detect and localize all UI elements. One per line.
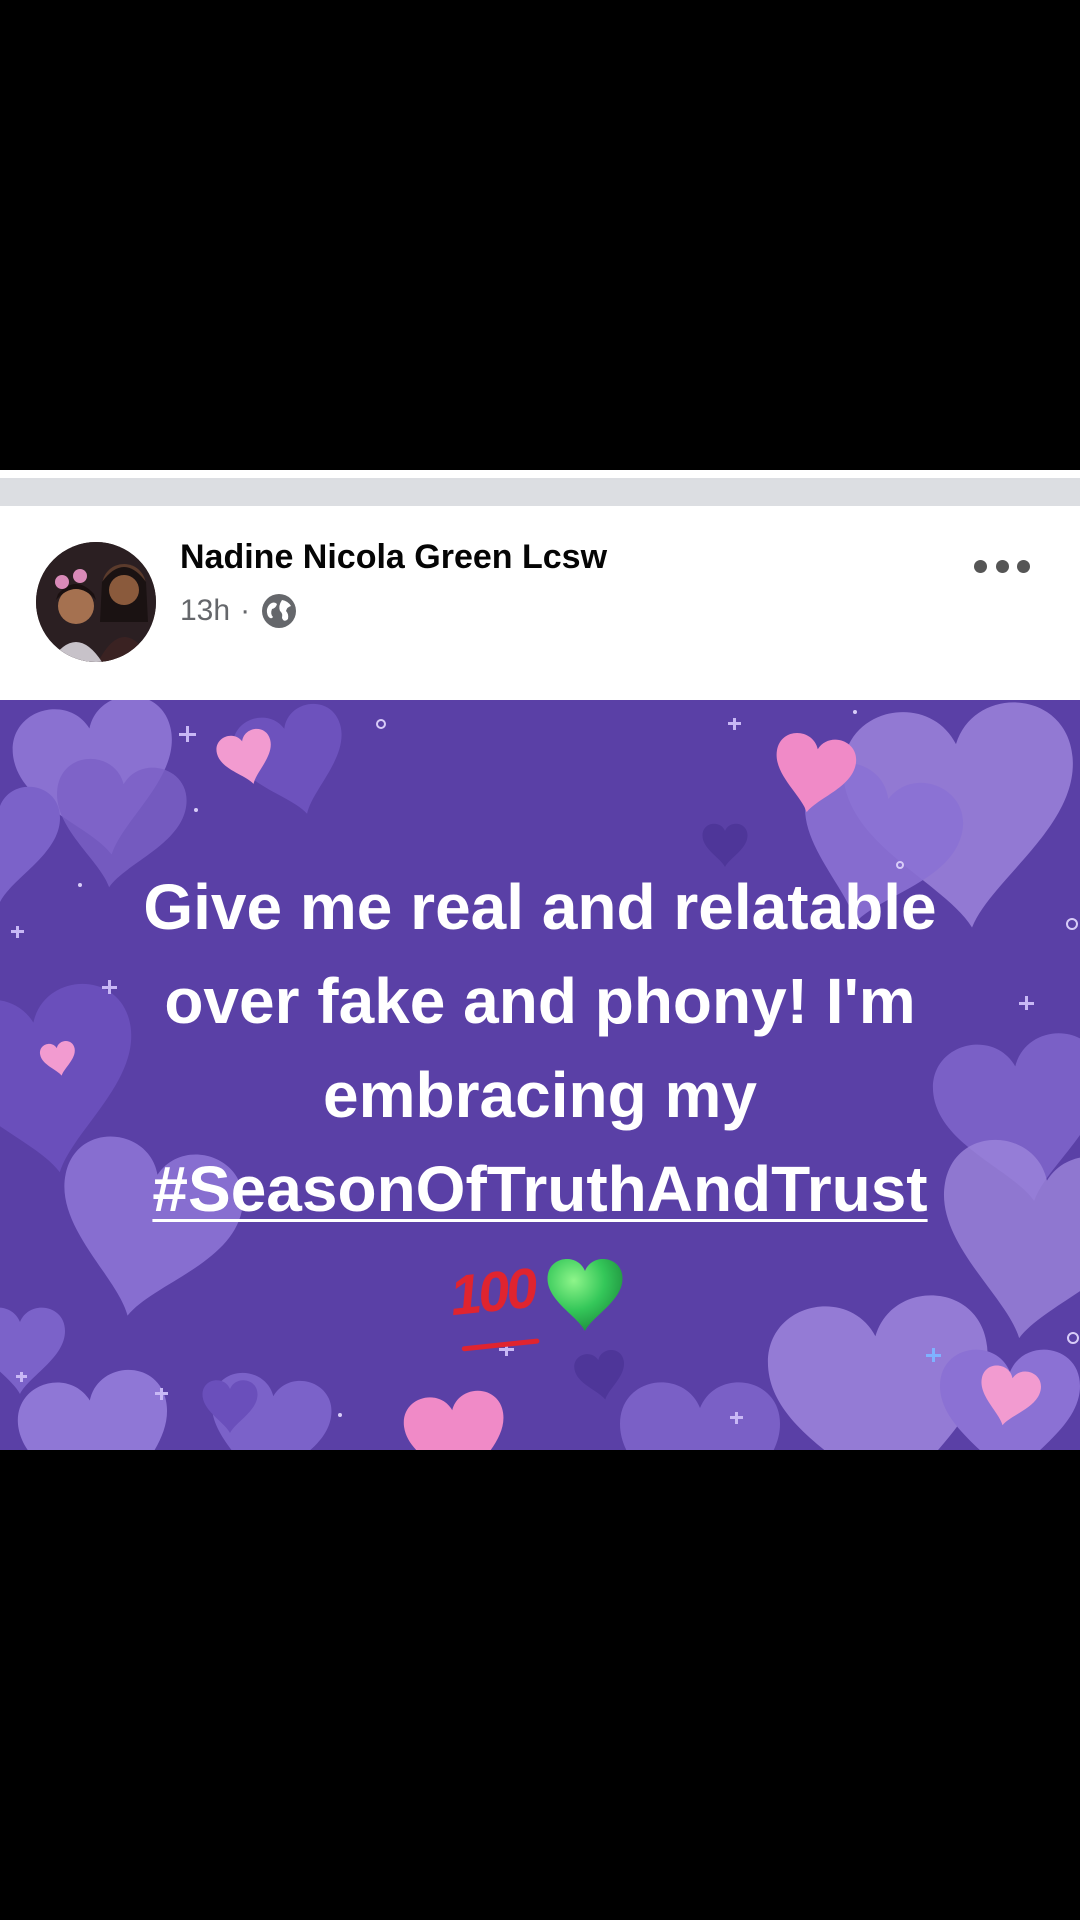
hundred-points-emoji: 100 — [445, 1237, 539, 1345]
post-card: Nadine Nicola Green Lcsw 13h · Give me r… — [0, 470, 1080, 1450]
post-header: Nadine Nicola Green Lcsw 13h · — [0, 506, 1080, 700]
post-text-line: over fake and phony! I'm — [164, 965, 916, 1037]
post-text-line: Give me real and relatable — [143, 871, 937, 943]
more-options-button[interactable] — [974, 556, 1030, 576]
post-text-line: embracing my — [323, 1059, 757, 1131]
post-background-card[interactable]: Give me real and relatable over fake and… — [0, 700, 1080, 1450]
avatar[interactable] — [36, 542, 156, 662]
screen: Nadine Nicola Green Lcsw 13h · Give me r… — [0, 0, 1080, 1920]
meta-separator: · — [240, 594, 251, 627]
feed-separator — [0, 470, 1080, 506]
author-name[interactable]: Nadine Nicola Green Lcsw — [180, 538, 607, 577]
emoji-row: 100 — [60, 1236, 1020, 1342]
globe-icon — [260, 592, 298, 630]
post-text: Give me real and relatable over fake and… — [60, 860, 1020, 1342]
green-heart-icon — [540, 1250, 630, 1334]
more-horizontal-icon — [974, 559, 987, 573]
post-meta: 13h · — [180, 592, 298, 630]
hashtag-link[interactable]: #SeasonOfTruthAndTrust — [152, 1153, 927, 1225]
post-time[interactable]: 13h — [180, 594, 230, 628]
